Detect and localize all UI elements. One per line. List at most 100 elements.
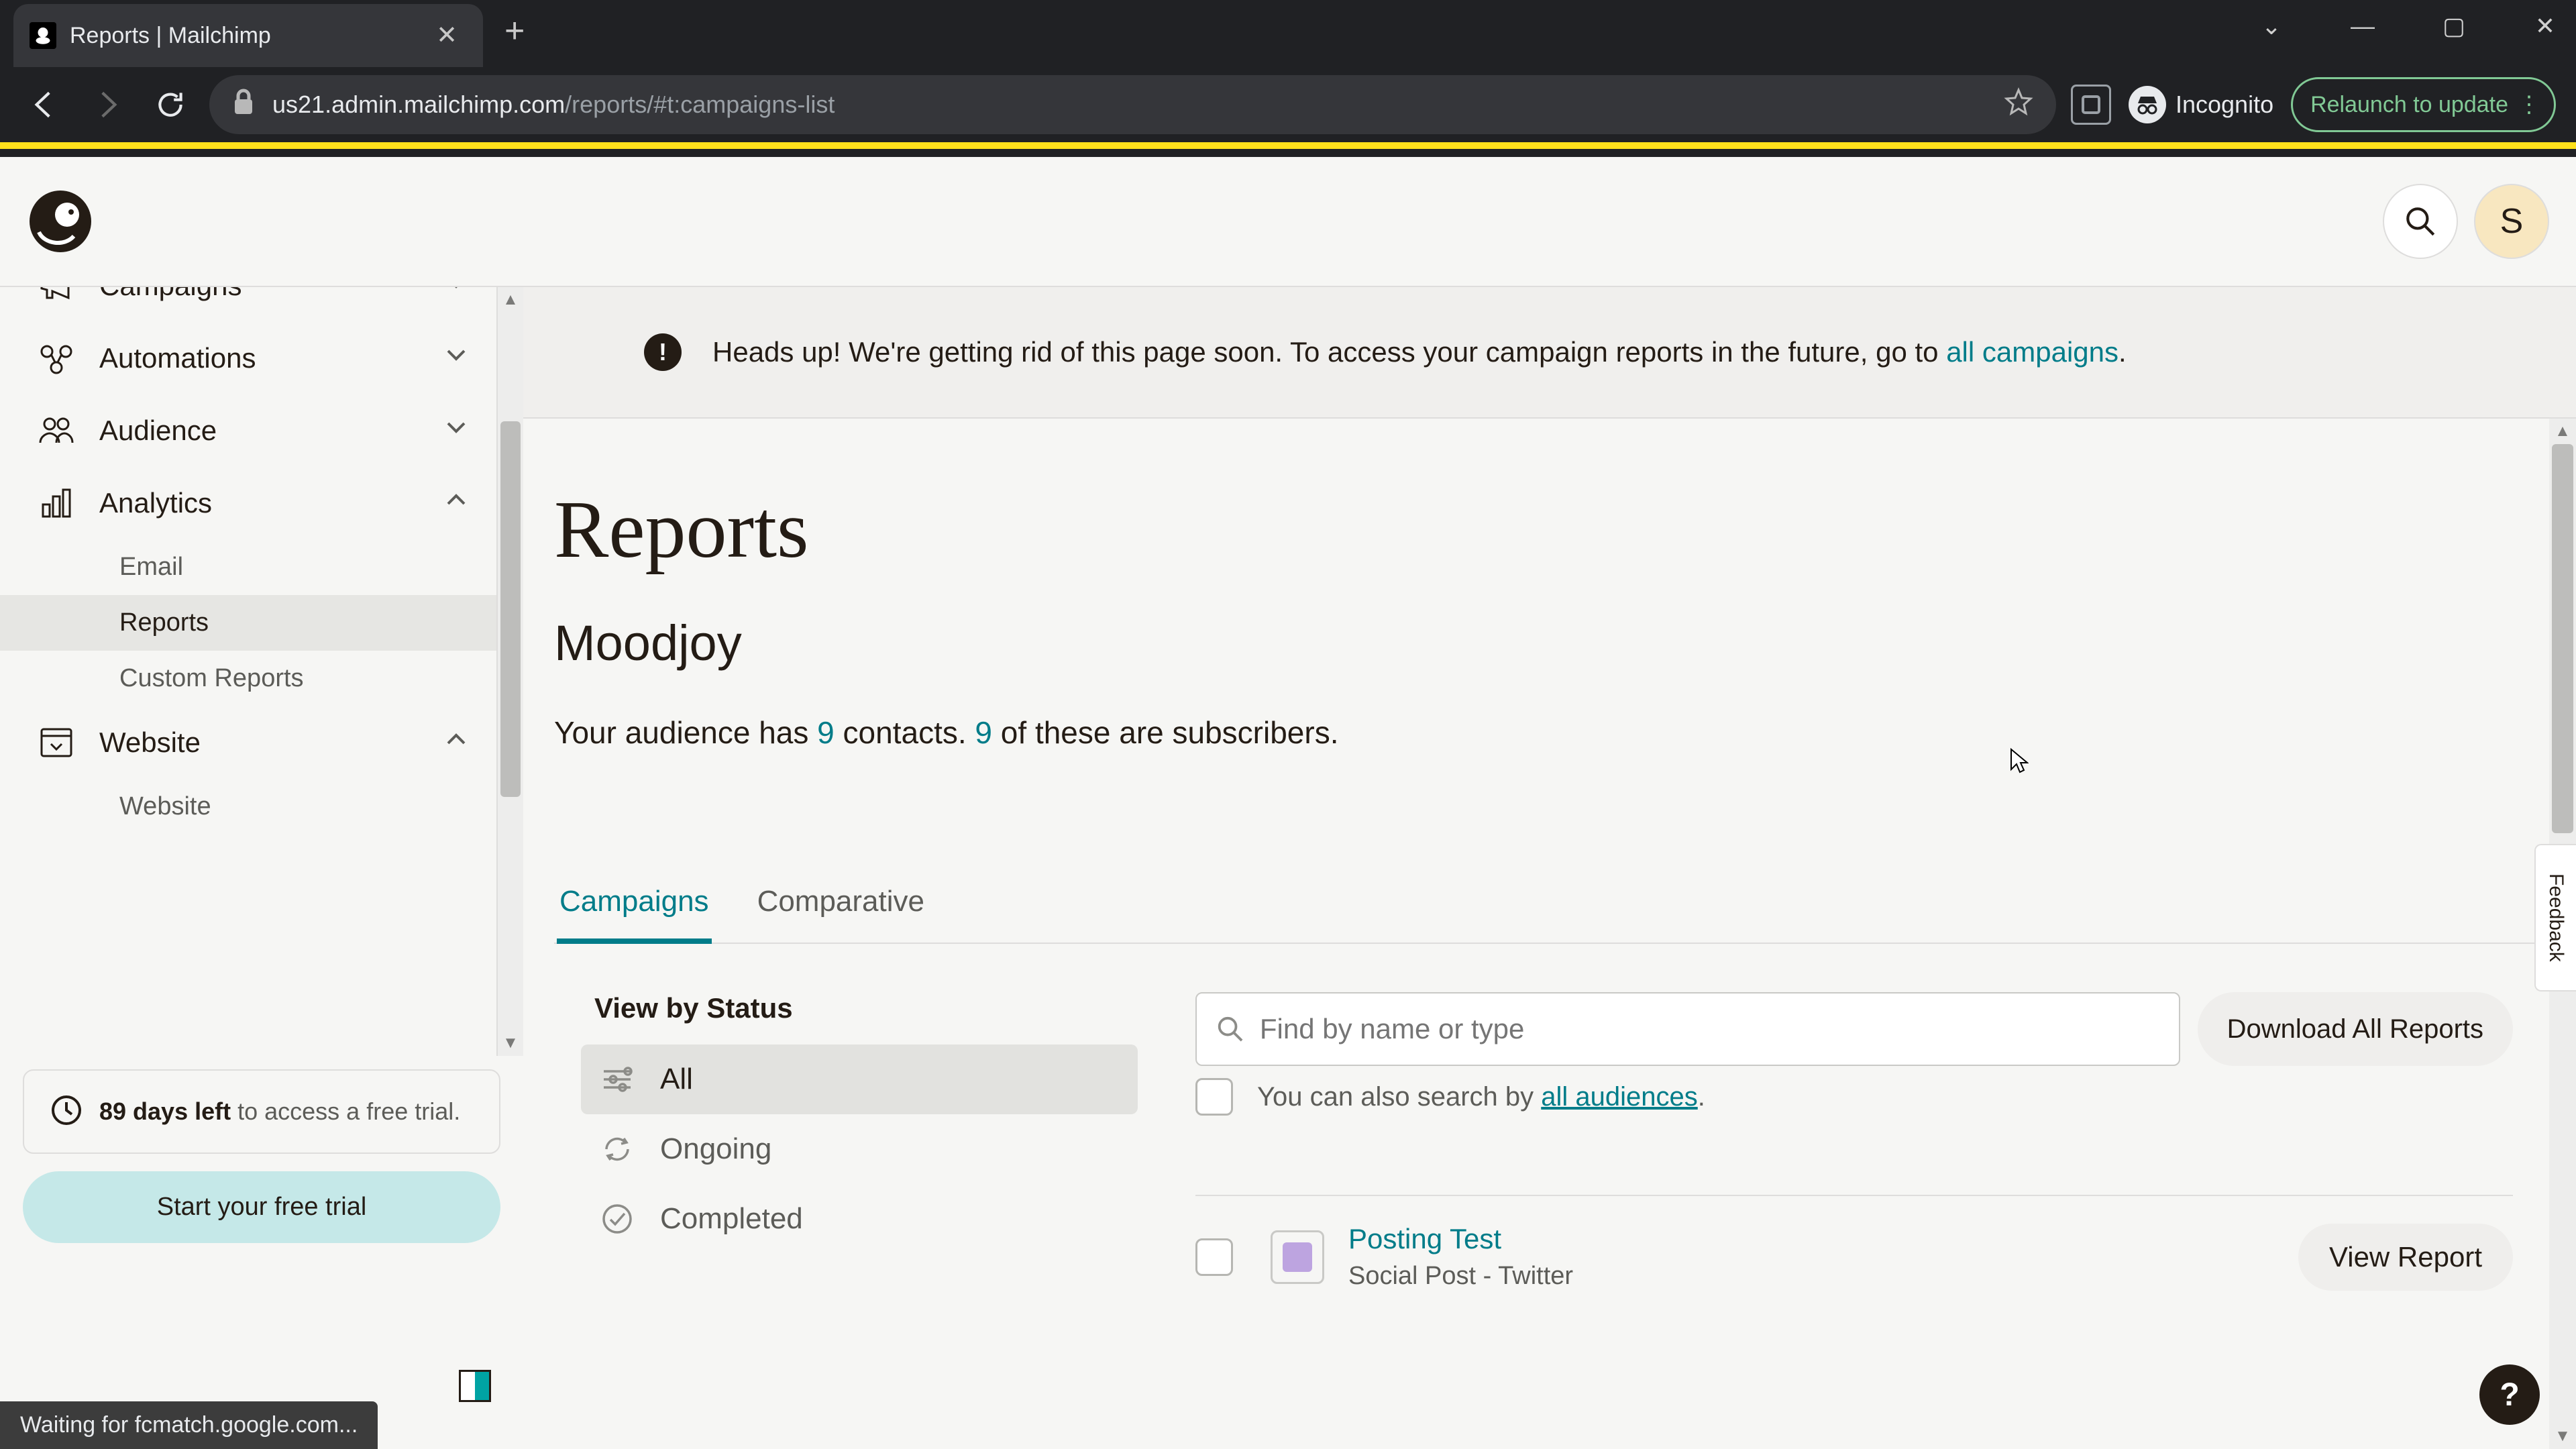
report-search-box[interactable] [1195, 992, 2180, 1066]
tab-search-caret-icon[interactable]: ⌄ [2258, 12, 2285, 40]
megaphone-icon [38, 287, 75, 305]
global-search-button[interactable] [2383, 184, 2458, 259]
sidebar-item-automations[interactable]: Automations [0, 322, 496, 394]
sidebar-item-label: Automations [99, 342, 256, 374]
report-item-subtitle: Social Post - Twitter [1348, 1262, 1573, 1291]
subscribers-count: 9 [975, 715, 992, 750]
report-item-title[interactable]: Posting Test [1348, 1223, 1573, 1255]
account-avatar[interactable]: S [2474, 184, 2549, 259]
deprecation-banner: ! Heads up! We're getting rid of this pa… [523, 287, 2576, 419]
relaunch-button[interactable]: Relaunch to update ⋮ [2291, 77, 2556, 132]
trial-banner: 89 days left to access a free trial. [23, 1069, 500, 1154]
status-label: All [660, 1063, 693, 1096]
scrollbar-thumb[interactable] [500, 421, 521, 797]
report-search-input[interactable] [1260, 1013, 2160, 1045]
accent-bar [0, 142, 2576, 149]
status-filter-completed[interactable]: Completed [581, 1184, 1138, 1254]
sidebar-item-label: Analytics [99, 487, 212, 519]
sidebar-sub-email[interactable]: Email [0, 539, 496, 595]
chevron-down-icon [443, 287, 470, 303]
window-close-icon[interactable]: ✕ [2532, 12, 2559, 40]
all-audiences-link[interactable]: all audiences [1541, 1082, 1698, 1112]
view-report-button[interactable]: View Report [2298, 1224, 2513, 1291]
tab-favicon [30, 22, 56, 49]
kebab-menu-icon[interactable]: ⋮ [2518, 91, 2536, 118]
select-all-checkbox[interactable] [1195, 1078, 1233, 1116]
tab-title: Reports | Mailchimp [70, 23, 271, 49]
status-ongoing-icon [600, 1132, 635, 1167]
report-list-item: Posting Test Social Post - Twitter View … [1195, 1195, 2513, 1291]
sidebar-item-label: Website [99, 727, 201, 759]
reload-button[interactable] [146, 80, 195, 129]
audience-summary: Your audience has 9 contacts. 9 of these… [554, 714, 2545, 751]
info-icon: ! [644, 333, 682, 371]
sidebar-sub-website[interactable]: Website [0, 779, 496, 835]
help-button[interactable]: ? [2479, 1364, 2540, 1425]
sidebar-item-website[interactable]: Website [0, 706, 496, 779]
sidebar-sub-custom-reports[interactable]: Custom Reports [0, 651, 496, 706]
sidebar-item-label: Audience [99, 415, 217, 447]
scroll-down-icon[interactable]: ▼ [2549, 1424, 2576, 1449]
scrollbar-thumb[interactable] [2552, 444, 2573, 833]
banner-text: Heads up! We're getting rid of this page… [712, 336, 1946, 368]
back-button[interactable] [20, 80, 68, 129]
start-trial-button[interactable]: Start your free trial [23, 1171, 500, 1243]
browser-status-bar: Waiting for fcmatch.google.com... [0, 1401, 378, 1449]
status-filter-ongoing[interactable]: Ongoing [581, 1114, 1138, 1184]
scroll-up-icon[interactable]: ▲ [2549, 419, 2576, 444]
banner-text-suffix: . [2118, 336, 2127, 368]
status-label: Ongoing [660, 1132, 771, 1166]
incognito-icon [2129, 86, 2166, 123]
download-all-reports-button[interactable]: Download All Reports [2198, 992, 2513, 1066]
forward-button [83, 80, 131, 129]
trial-text: to access a free trial. [231, 1097, 460, 1125]
chevron-down-icon [443, 414, 470, 447]
chevron-up-icon [443, 486, 470, 520]
mailchimp-logo-icon[interactable] [27, 188, 94, 255]
trial-days-left: 89 days left [99, 1097, 231, 1125]
window-minimize-icon[interactable]: — [2349, 12, 2376, 40]
sidebar-item-audience[interactable]: Audience [0, 394, 496, 467]
audience-icon [38, 412, 75, 449]
website-icon [38, 724, 75, 761]
status-all-icon [600, 1062, 635, 1097]
status-completed-icon [600, 1201, 635, 1236]
status-filter-all[interactable]: All [581, 1044, 1138, 1114]
scroll-up-icon[interactable]: ▲ [498, 287, 523, 313]
feedback-tab[interactable]: Feedback [2534, 844, 2576, 991]
sidebar-item-campaigns[interactable]: Campaigns [0, 287, 496, 322]
page-title: Reports [554, 483, 2545, 577]
scroll-down-icon[interactable]: ▼ [498, 1030, 523, 1056]
sidebar-sub-reports[interactable]: Reports [0, 595, 496, 651]
clock-icon [50, 1093, 83, 1127]
banner-link[interactable]: all campaigns [1946, 336, 2118, 368]
sidebar-scrollbar[interactable]: ▲ ▼ [496, 287, 523, 1056]
incognito-indicator: Incognito [2129, 86, 2273, 123]
new-tab-button[interactable]: + [492, 4, 537, 58]
sidebar-item-analytics[interactable]: Analytics [0, 467, 496, 539]
chevron-up-icon [443, 726, 470, 759]
contacts-count: 9 [817, 715, 835, 750]
window-maximize-icon[interactable]: ▢ [2440, 12, 2467, 40]
bookmark-star-icon[interactable] [2004, 87, 2033, 123]
org-name: Moodjoy [554, 614, 2545, 672]
sidebar-item-label: Campaigns [99, 287, 241, 302]
address-url: us21.admin.mailchimp.com/reports/#t:camp… [272, 91, 835, 119]
tab-campaigns[interactable]: Campaigns [557, 885, 712, 944]
address-bar[interactable]: us21.admin.mailchimp.com/reports/#t:camp… [209, 75, 2056, 134]
view-by-status-title: View by Status [581, 992, 1138, 1024]
cookie-pref-icon[interactable] [459, 1370, 491, 1402]
analytics-icon [38, 484, 75, 522]
aux-text-suffix: . [1698, 1082, 1705, 1112]
tab-comparative[interactable]: Comparative [755, 885, 927, 943]
chevron-down-icon [443, 341, 470, 375]
report-tabs: Campaigns Comparative [554, 885, 2545, 944]
app-topbar: S [0, 157, 2576, 287]
tab-close-icon[interactable]: ✕ [432, 19, 462, 52]
aux-text: You can also search by [1257, 1082, 1541, 1112]
lock-icon [232, 89, 255, 121]
extensions-icon[interactable] [2071, 85, 2111, 125]
row-checkbox[interactable] [1195, 1238, 1233, 1276]
browser-tab[interactable]: Reports | Mailchimp ✕ [13, 4, 483, 67]
automation-icon [38, 339, 75, 377]
